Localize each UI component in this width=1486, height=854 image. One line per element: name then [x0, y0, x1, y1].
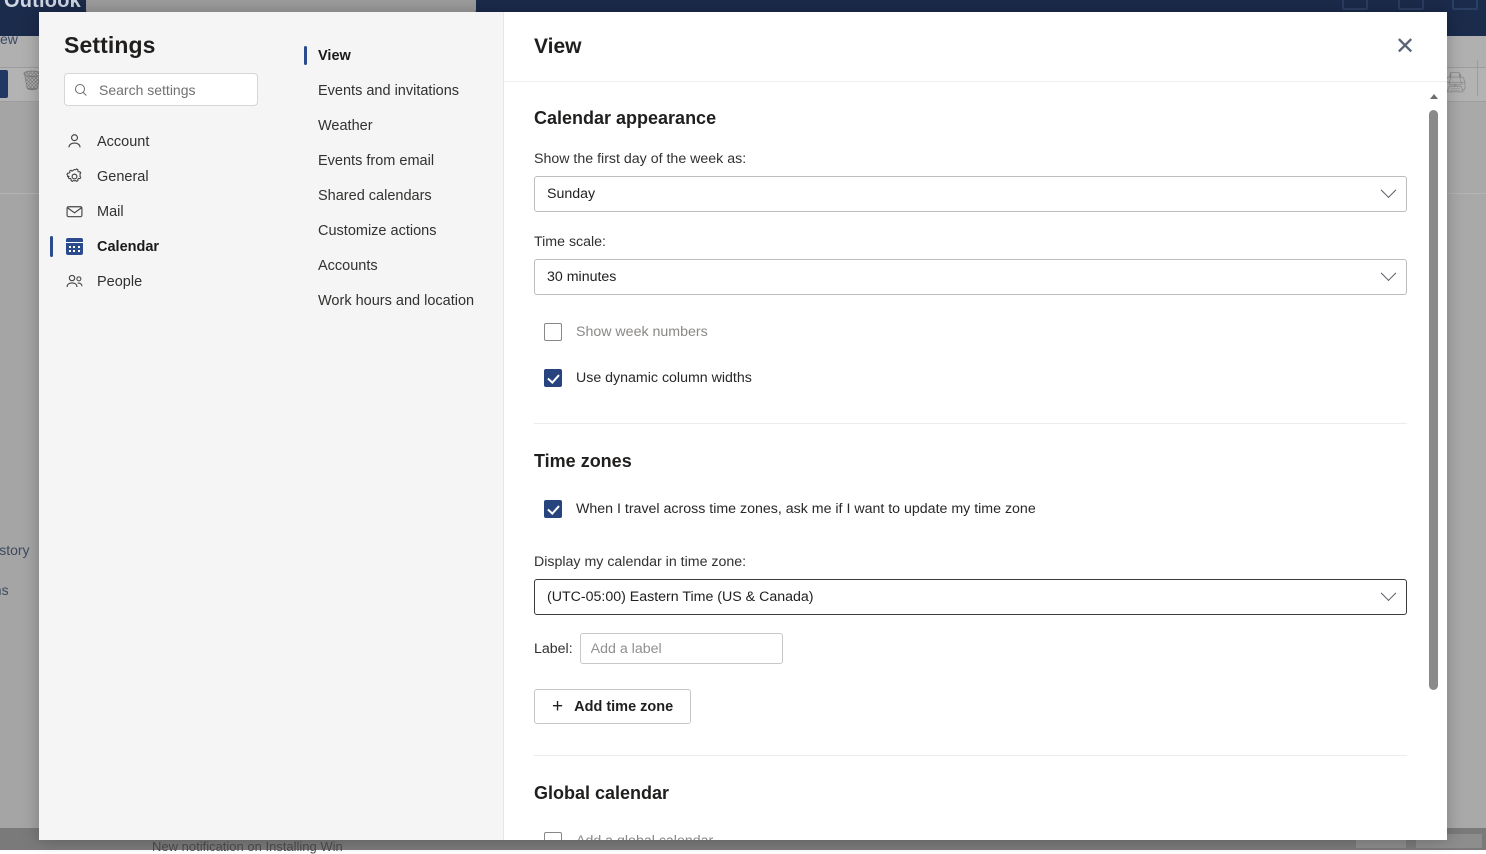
subnav-item-label: Customize actions — [318, 223, 436, 239]
travel-timezone-prompt-checkbox[interactable] — [544, 500, 562, 518]
subnav-item-accounts[interactable]: Accounts — [280, 248, 503, 283]
section-heading-calendar-appearance: Calendar appearance — [534, 108, 1407, 129]
outlook-search-placeholder: Search — [100, 0, 141, 3]
sidebar-item-people[interactable]: People — [39, 264, 280, 299]
show-week-numbers-row[interactable]: Show week numbers — [544, 317, 1407, 347]
add-global-calendar-label: Add a global calendar — [576, 833, 713, 840]
window-icon[interactable] — [1398, 0, 1424, 10]
chevron-up-icon[interactable] — [1430, 94, 1438, 99]
add-global-calendar-checkbox[interactable] — [544, 832, 562, 840]
time-scale-value: 30 minutes — [547, 269, 1383, 285]
trash-icon[interactable]: 🗑 — [20, 72, 38, 92]
settings-dialog: Settings Account — [39, 12, 1447, 840]
subnav-item-work-hours-and-location[interactable]: Work hours and location — [280, 283, 503, 318]
add-time-zone-button[interactable]: + Add time zone — [534, 689, 691, 724]
travel-timezone-prompt-label: When I travel across time zones, ask me … — [576, 501, 1036, 517]
timezone-label-row: Label: — [534, 633, 1407, 664]
dynamic-column-widths-label: Use dynamic column widths — [576, 370, 752, 386]
sidebar-item-label: People — [97, 274, 142, 290]
dynamic-column-widths-row[interactable]: Use dynamic column widths — [544, 363, 1407, 393]
section-divider — [534, 423, 1407, 424]
display-timezone-label: Display my calendar in time zone: — [534, 554, 1407, 570]
detail-header: View ✕ — [504, 12, 1447, 82]
settings-title: Settings — [39, 32, 280, 59]
timezone-label-input[interactable] — [580, 633, 783, 664]
subnav-item-events-and-invitations[interactable]: Events and invitations — [280, 73, 503, 108]
sidebar-item-account[interactable]: Account — [39, 124, 280, 159]
left-fragment-ons: ons — [0, 582, 9, 598]
detail-scrollbar[interactable] — [1427, 84, 1441, 840]
subnav-item-label: View — [318, 48, 351, 64]
subnav-item-label: Events from email — [318, 153, 434, 169]
add-global-calendar-row[interactable]: Add a global calendar — [544, 826, 1407, 840]
dynamic-column-widths-checkbox[interactable] — [544, 369, 562, 387]
settings-primary-nav: Settings Account — [39, 12, 280, 840]
search-settings-input[interactable] — [97, 81, 247, 99]
display-timezone-dropdown[interactable]: (UTC-05:00) Eastern Time (US & Canada) — [534, 579, 1407, 615]
settings-icon[interactable] — [1452, 0, 1478, 10]
detail-scroll-region: Calendar appearance Show the first day o… — [504, 82, 1447, 840]
show-week-numbers-label: Show week numbers — [576, 324, 708, 340]
outlook-tab-view[interactable]: ew — [0, 31, 18, 47]
plus-icon: + — [552, 697, 563, 716]
time-scale-dropdown[interactable]: 30 minutes — [534, 259, 1407, 295]
time-scale-label: Time scale: — [534, 234, 1407, 250]
travel-timezone-prompt-row[interactable]: When I travel across time zones, ask me … — [544, 494, 1407, 524]
chevron-down-icon — [1381, 585, 1397, 601]
first-day-label: Show the first day of the week as: — [534, 151, 1407, 167]
add-time-zone-label: Add time zone — [574, 699, 673, 715]
chevron-down-icon — [1381, 265, 1397, 281]
subnav-item-label: Accounts — [318, 258, 378, 274]
settings-secondary-nav: View Events and invitations Weather Even… — [280, 12, 504, 840]
sidebar-item-label: Calendar — [97, 239, 159, 255]
scrollbar-thumb[interactable] — [1429, 110, 1438, 690]
subnav-item-weather[interactable]: Weather — [280, 108, 503, 143]
subnav-item-view[interactable]: View — [280, 38, 503, 73]
envelope-icon — [64, 202, 84, 222]
toolbar-accent-chip — [0, 70, 8, 98]
section-heading-time-zones: Time zones — [534, 451, 1407, 472]
show-week-numbers-checkbox[interactable] — [544, 323, 562, 341]
calendar-icon — [64, 237, 84, 257]
subnav-item-events-from-email[interactable]: Events from email — [280, 143, 503, 178]
display-timezone-value: (UTC-05:00) Eastern Time (US & Canada) — [547, 589, 1383, 605]
close-icon[interactable]: ✕ — [1385, 27, 1425, 67]
settings-nav-list: Account General Mail — [39, 124, 280, 299]
page-title: View — [534, 35, 1385, 59]
sidebar-item-label: Mail — [97, 204, 124, 220]
sidebar-item-general[interactable]: General — [39, 159, 280, 194]
section-divider — [534, 755, 1407, 756]
status-notification-text: New notification on Installing Win — [152, 839, 343, 854]
subnav-item-shared-calendars[interactable]: Shared calendars — [280, 178, 503, 213]
first-day-of-week-dropdown[interactable]: Sunday — [534, 176, 1407, 212]
chevron-down-icon — [1381, 182, 1397, 198]
timezone-label-caption: Label: — [534, 641, 573, 657]
flag-icon[interactable] — [1342, 0, 1368, 10]
subnav-item-label: Shared calendars — [318, 188, 432, 204]
search-icon — [75, 83, 89, 97]
section-heading-global-calendar: Global calendar — [534, 783, 1407, 804]
subnav-item-customize-actions[interactable]: Customize actions — [280, 213, 503, 248]
subnav-item-label: Work hours and location — [318, 293, 474, 309]
sidebar-item-mail[interactable]: Mail — [39, 194, 280, 229]
person-icon — [64, 132, 84, 152]
subnav-item-label: Weather — [318, 118, 373, 134]
settings-detail-pane: View ✕ Calendar appearance Show the firs… — [504, 12, 1447, 840]
subnav-item-label: Events and invitations — [318, 83, 459, 99]
outlook-left-pane — [0, 102, 40, 828]
gear-icon — [64, 167, 84, 187]
sidebar-item-label: General — [97, 169, 149, 185]
sidebar-item-calendar[interactable]: Calendar — [39, 229, 280, 264]
toolbar-divider — [1477, 60, 1478, 96]
people-icon — [64, 272, 84, 292]
left-fragment-history: History — [0, 542, 30, 558]
search-settings-field[interactable] — [64, 73, 258, 106]
first-day-of-week-value: Sunday — [547, 186, 1383, 202]
sidebar-item-label: Account — [97, 134, 149, 150]
